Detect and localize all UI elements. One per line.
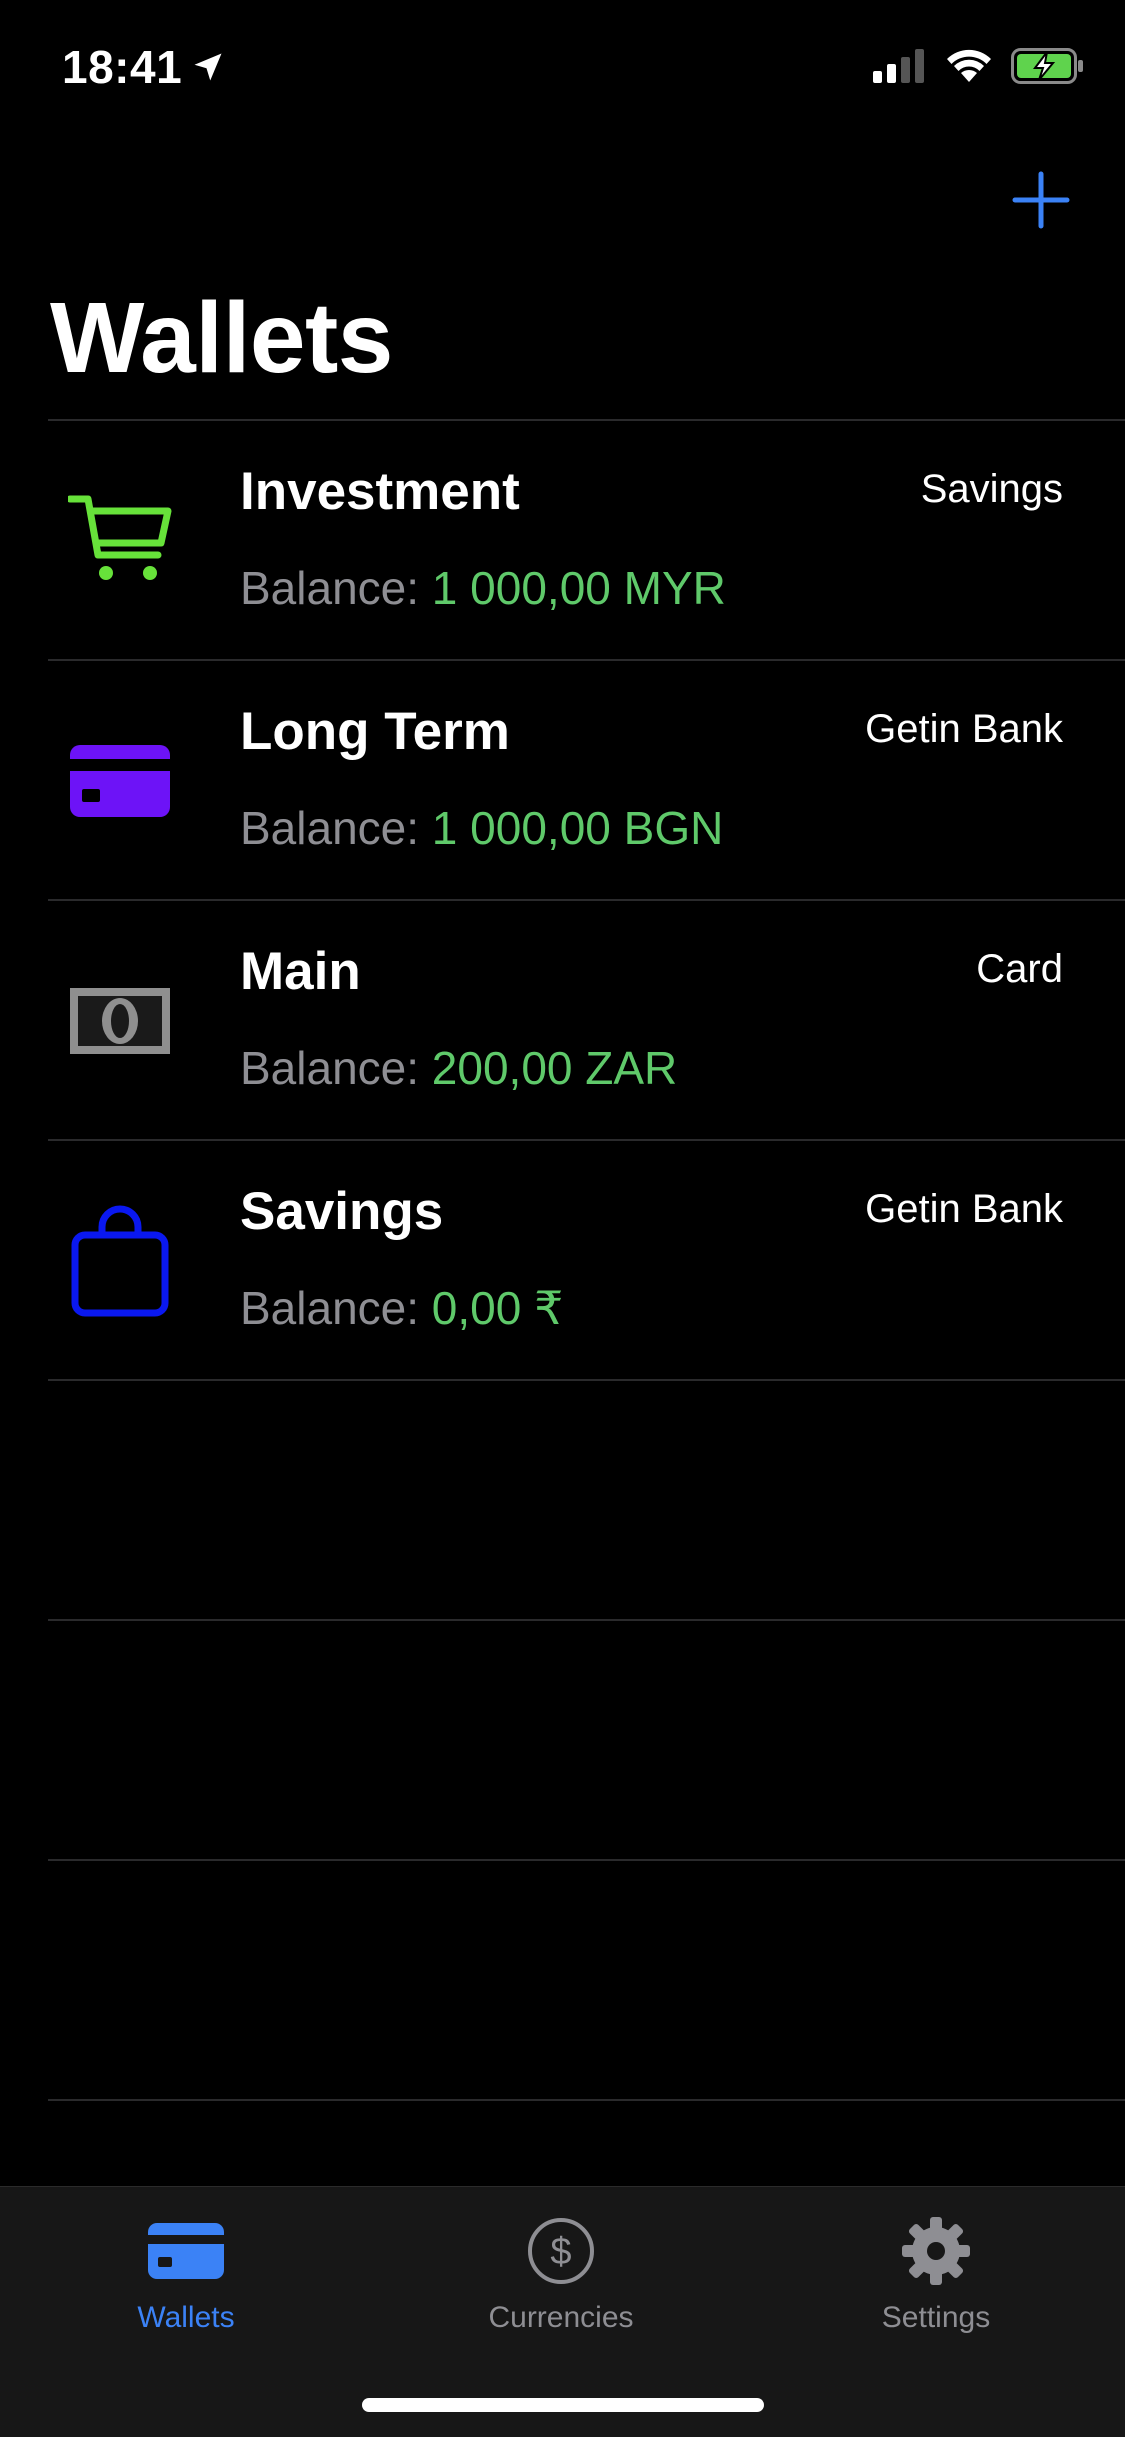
- balance-value: 200,00 ZAR: [431, 1042, 678, 1094]
- empty-row: [0, 1861, 1125, 2099]
- wallet-row-long-term[interactable]: Long Term Getin Bank Balance: 1 000,00 B…: [0, 661, 1125, 899]
- wallet-balance: Balance: 1 000,00 BGN: [240, 801, 723, 855]
- home-indicator[interactable]: [362, 2398, 764, 2412]
- wallet-name: Main: [240, 942, 361, 1001]
- status-time-text: 18:41: [62, 41, 183, 93]
- location-arrow-icon: [194, 53, 222, 81]
- wallet-row-savings[interactable]: Savings Getin Bank Balance: 0,00 ₹: [0, 1141, 1125, 1379]
- wallet-balance: Balance: 0,00 ₹: [240, 1281, 563, 1335]
- shopping-cart-icon: [68, 493, 172, 589]
- add-wallet-button[interactable]: [1009, 168, 1073, 232]
- wallet-type: Card: [976, 947, 1063, 991]
- tab-currencies[interactable]: $ Currencies: [431, 2211, 691, 2335]
- wallet-type: Savings: [920, 467, 1063, 511]
- balance-label: Balance:: [240, 562, 432, 614]
- battery-charging-icon: [1011, 48, 1083, 84]
- svg-text:$: $: [550, 2231, 571, 2273]
- status-bar: 18:41: [0, 0, 1125, 132]
- dollar-circle-icon: $: [521, 2211, 601, 2291]
- wallet-type: Getin Bank: [865, 1187, 1063, 1231]
- balance-label: Balance:: [240, 802, 432, 854]
- wallet-type: Getin Bank: [865, 707, 1063, 751]
- tab-label: Wallets: [137, 2301, 235, 2334]
- tab-label: Currencies: [488, 2301, 634, 2334]
- balance-label: Balance:: [240, 1042, 432, 1094]
- wallet-name: Investment: [240, 462, 520, 521]
- wallet-row-main[interactable]: Main Card Balance: 200,00 ZAR: [0, 901, 1125, 1139]
- gear-icon: [896, 2211, 976, 2291]
- wifi-icon: [947, 49, 991, 82]
- tab-wallets[interactable]: Wallets: [56, 2211, 316, 2335]
- plus-icon: [1012, 171, 1070, 229]
- status-indicators: [873, 48, 1085, 84]
- empty-row: [0, 1381, 1125, 1619]
- balance-value: 0,00 ₹: [431, 1282, 564, 1334]
- wallet-balance: Balance: 1 000,00 MYR: [240, 561, 726, 615]
- banknote-icon: [68, 973, 172, 1069]
- balance-label: Balance:: [240, 1282, 432, 1334]
- wallet-list: Investment Savings Balance: 1 000,00 MYR…: [0, 419, 1125, 2101]
- tab-label: Settings: [881, 2301, 991, 2334]
- credit-card-icon: [146, 2211, 226, 2291]
- balance-value: 1 000,00 MYR: [431, 562, 726, 614]
- credit-card-icon: [68, 733, 172, 829]
- page-title: Wallets: [50, 282, 393, 394]
- status-time: 18:41: [62, 40, 226, 94]
- cellular-signal-icon: [873, 49, 924, 83]
- wallet-balance: Balance: 200,00 ZAR: [240, 1041, 677, 1095]
- wallet-name: Savings: [240, 1182, 444, 1241]
- wallet-name: Long Term: [240, 702, 510, 761]
- empty-row: [0, 1621, 1125, 1859]
- tab-settings[interactable]: Settings: [806, 2211, 1066, 2335]
- balance-value: 1 000,00 BGN: [431, 802, 724, 854]
- wallet-row-investment[interactable]: Investment Savings Balance: 1 000,00 MYR: [0, 421, 1125, 659]
- list-divider: [48, 2099, 1125, 2101]
- shopping-bag-icon: [68, 1205, 172, 1317]
